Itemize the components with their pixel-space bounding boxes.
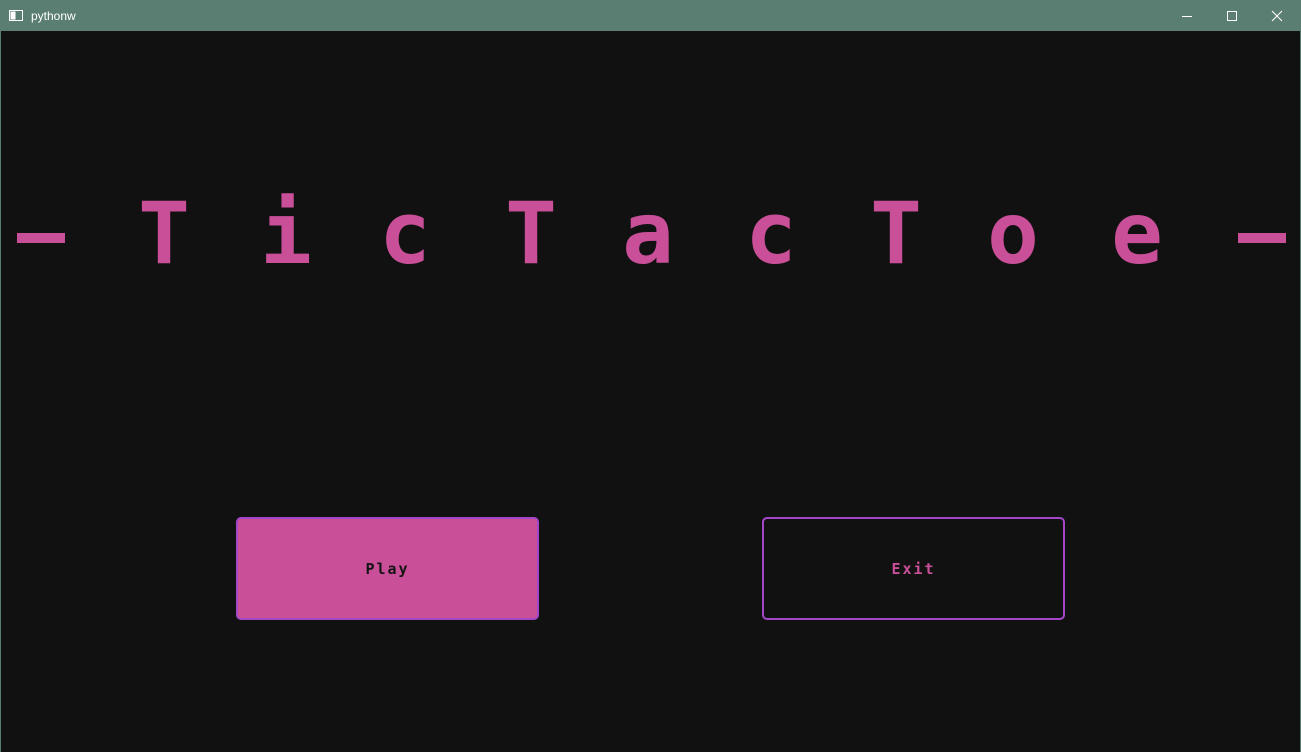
title-dash-right <box>1238 233 1286 243</box>
game-title: T i c T a c T o e <box>17 184 1286 284</box>
minimize-icon <box>1182 16 1192 17</box>
play-button-label: Play <box>365 559 410 578</box>
exit-button[interactable]: Exit <box>762 517 1065 620</box>
app-icon <box>9 10 23 21</box>
close-button[interactable] <box>1254 1 1300 31</box>
title-letter: T <box>505 184 557 284</box>
exit-button-label: Exit <box>891 559 936 578</box>
title-letter: c <box>379 184 431 284</box>
maximize-button[interactable] <box>1209 1 1255 31</box>
title-letter: o <box>987 184 1039 284</box>
play-button[interactable]: Play <box>236 517 539 620</box>
maximize-icon <box>1227 11 1237 21</box>
title-letter: c <box>745 184 797 284</box>
title-letter: T <box>138 184 190 284</box>
title-dash-left <box>17 233 65 243</box>
close-icon <box>1271 10 1283 22</box>
title-letter: i <box>260 184 312 284</box>
app-window: pythonw T i c T a c T o e Play Exit <box>0 0 1301 752</box>
window-titlebar[interactable]: pythonw <box>1 1 1300 31</box>
title-letter: T <box>870 184 922 284</box>
title-letter: a <box>622 184 674 284</box>
window-title: pythonw <box>31 9 76 23</box>
title-letter: e <box>1111 184 1163 284</box>
game-canvas: T i c T a c T o e Play Exit <box>1 31 1300 752</box>
minimize-button[interactable] <box>1164 1 1210 31</box>
